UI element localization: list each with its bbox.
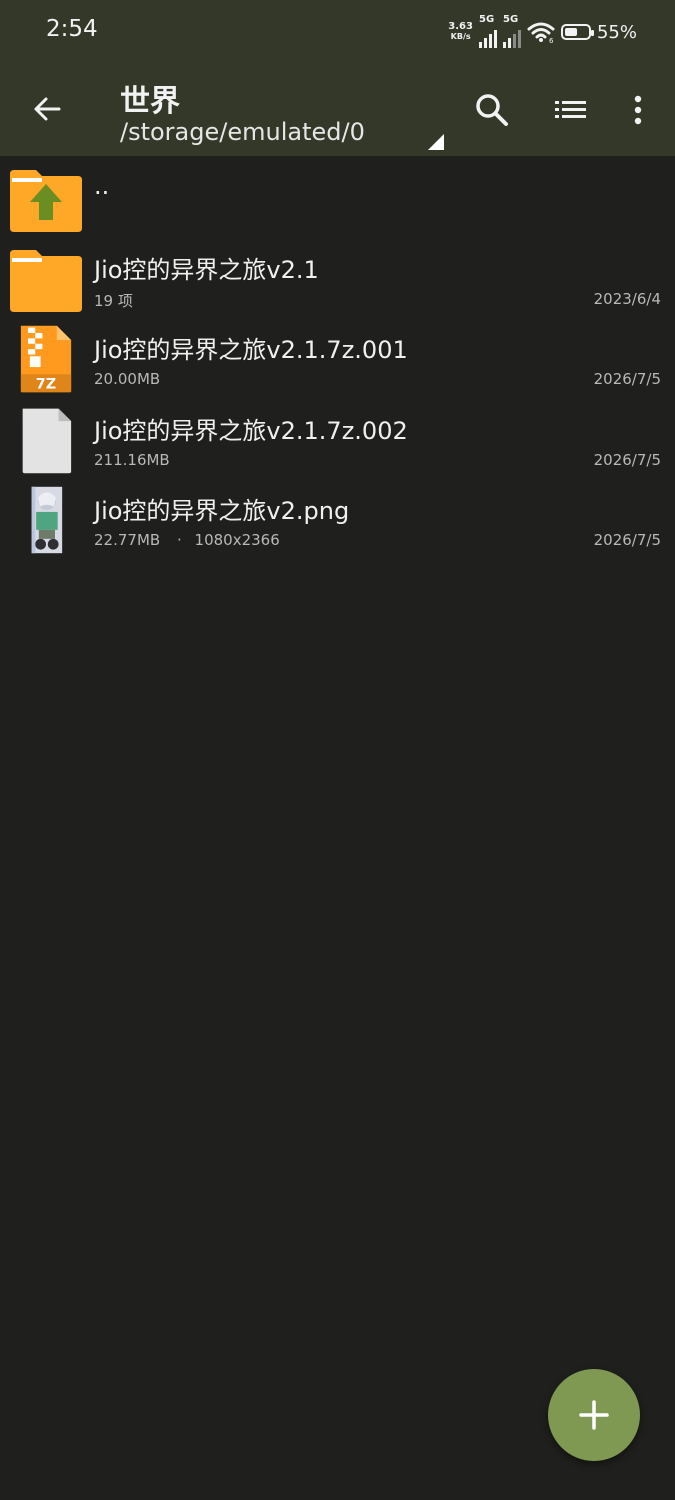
list-item-parent[interactable]: .. — [0, 158, 675, 238]
current-path[interactable]: /storage/emulated/0 — [120, 118, 365, 146]
image-dimensions: 1080x2366 — [194, 531, 280, 549]
parent-dir-label: .. — [94, 172, 110, 200]
search-icon[interactable] — [472, 90, 512, 130]
list-item-folder[interactable]: Jio控的异界之旅v2.1 19 项 2023/6/4 — [0, 238, 675, 318]
signal2-tag: 5G — [502, 14, 519, 25]
net-speed: 3.63 KB/s — [448, 22, 473, 42]
folder-up-icon — [10, 170, 82, 232]
battery-fill — [564, 28, 577, 36]
path-dropdown-icon[interactable] — [428, 134, 444, 150]
battery-icon — [560, 24, 594, 40]
battery-percent: 55% — [596, 21, 637, 43]
status-time: 2:54 — [46, 16, 98, 42]
file-date: 2026/7/5 — [593, 370, 661, 388]
file-name: Jio控的异界之旅v2.1.7z.001 — [94, 336, 408, 364]
archive-7z-icon: 7Z — [20, 325, 72, 393]
more-vert-icon[interactable] — [618, 90, 658, 130]
net-speed-unit: KB/s — [450, 32, 471, 41]
file-date: 2023/6/4 — [593, 290, 661, 308]
wifi-tag: 6 — [549, 37, 554, 43]
image-thumbnail — [31, 486, 63, 554]
plus-icon — [579, 1400, 609, 1430]
file-name: Jio控的异界之旅v2.1.7z.002 — [94, 417, 408, 445]
add-fab-button[interactable] — [548, 1369, 640, 1461]
signal-icon: 5G — [478, 14, 497, 48]
net-speed-value: 3.63 — [448, 21, 473, 32]
folder-title: 世界 — [120, 84, 180, 119]
file-meta: 19 项 — [94, 292, 133, 310]
list-item-file[interactable]: Jio控的异界之旅v2.1.7z.002 211.16MB 2026/7/5 — [0, 399, 675, 479]
status-icons: 3.63 KB/s 5G 5G 6 55% — [448, 14, 637, 48]
file-size: 22.77MB — [94, 531, 161, 549]
file-meta: 20.00MB — [94, 370, 161, 388]
file-meta: 22.77MB · 1080x2366 — [94, 531, 280, 549]
folder-icon — [10, 250, 82, 312]
status-bar: 2:54 3.63 KB/s 5G 5G 6 55% — [0, 0, 675, 62]
file-icon — [22, 408, 72, 474]
file-date: 2026/7/5 — [593, 451, 661, 469]
list-view-icon[interactable] — [550, 90, 590, 130]
file-name: Jio控的异界之旅v2.1 — [94, 256, 319, 284]
file-date: 2026/7/5 — [593, 531, 661, 549]
arrow-left-icon[interactable] — [32, 94, 62, 124]
wifi-icon: 6 — [527, 22, 555, 43]
signal1-tag: 5G — [478, 14, 495, 25]
list-item-image[interactable]: Jio控的异界之旅v2.png 22.77MB · 1080x2366 2026… — [0, 479, 675, 559]
archive-badge: 7Z — [36, 377, 56, 393]
list-item-archive[interactable]: 7Z Jio控的异界之旅v2.1.7z.001 20.00MB 2026/7/5 — [0, 318, 675, 398]
top-app-bar: 2:54 3.63 KB/s 5G 5G 6 55% 世界 /storage/e… — [0, 0, 675, 156]
file-meta: 211.16MB — [94, 451, 170, 469]
signal2-icon: 5G — [502, 14, 521, 48]
file-name: Jio控的异界之旅v2.png — [94, 497, 350, 525]
meta-separator: · — [176, 531, 182, 549]
